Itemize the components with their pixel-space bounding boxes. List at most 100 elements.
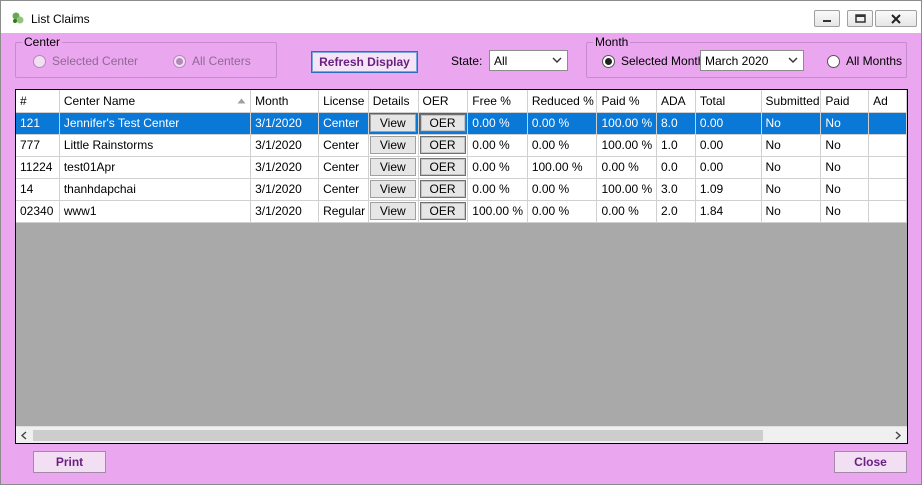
cell-month[interactable]: 3/1/2020 <box>250 200 320 223</box>
cell-paid[interactable]: No <box>820 156 870 179</box>
cell-total[interactable]: 1.84 <box>695 200 762 223</box>
cell-ada[interactable]: 3.0 <box>656 178 696 201</box>
cell-number[interactable]: 777 <box>16 134 60 157</box>
cell-free[interactable]: 0.00 % <box>467 134 528 157</box>
table-row[interactable]: 02340 www1 3/1/2020 Regular View OER 100.00 % 0… <box>16 200 907 223</box>
oer-button[interactable]: OER <box>419 180 466 198</box>
cell-paid-pct[interactable]: 100.00 % <box>596 112 657 135</box>
cell-ada[interactable]: 8.0 <box>656 112 696 135</box>
col-header-license[interactable]: License <box>318 90 369 113</box>
close-button[interactable]: Close <box>834 451 907 473</box>
cell-paid-pct[interactable]: 0.00 % <box>596 156 657 179</box>
oer-button[interactable]: OER <box>419 202 466 220</box>
minimize-button[interactable] <box>814 10 840 27</box>
horizontal-scrollbar[interactable] <box>16 426 907 443</box>
table-row[interactable]: 14 thanhdapchai 3/1/2020 Center View OER 0.00 … <box>16 178 907 201</box>
cell-license[interactable]: Center <box>318 156 369 179</box>
oer-button[interactable]: OER <box>419 158 466 176</box>
all-centers-radio[interactable]: All Centers <box>173 54 251 68</box>
title-bar[interactable]: List Claims <box>1 1 921 33</box>
month-select[interactable]: March 2020 <box>700 50 804 71</box>
cell-license[interactable]: Center <box>318 178 369 201</box>
cell-total[interactable]: 1.09 <box>695 178 762 201</box>
cell-submitted[interactable]: No <box>761 112 822 135</box>
scroll-right-icon[interactable] <box>894 431 902 440</box>
cell-paid[interactable]: No <box>820 178 870 201</box>
cell-ad[interactable] <box>868 112 907 135</box>
cell-paid[interactable]: No <box>820 134 870 157</box>
cell-paid-pct[interactable]: 100.00 % <box>596 134 657 157</box>
cell-ad[interactable] <box>868 156 907 179</box>
col-header-details[interactable]: Details <box>368 90 419 113</box>
cell-ad[interactable] <box>868 178 907 201</box>
cell-license[interactable]: Center <box>318 134 369 157</box>
cell-center-name[interactable]: www1 <box>59 200 252 223</box>
cell-month[interactable]: 3/1/2020 <box>250 112 320 135</box>
view-details-button[interactable]: View <box>369 136 416 154</box>
restore-button[interactable] <box>847 10 873 27</box>
refresh-display-button[interactable]: Refresh Display <box>311 51 418 73</box>
cell-center-name[interactable]: Jennifer's Test Center <box>59 112 252 135</box>
scroll-left-icon[interactable] <box>20 431 28 440</box>
cell-month[interactable]: 3/1/2020 <box>250 156 320 179</box>
scrollbar-thumb[interactable] <box>33 430 763 441</box>
print-button[interactable]: Print <box>33 451 106 473</box>
cell-center-name[interactable]: Little Rainstorms <box>59 134 252 157</box>
cell-submitted[interactable]: No <box>761 156 822 179</box>
oer-button[interactable]: OER <box>419 136 466 154</box>
cell-ada[interactable]: 0.0 <box>656 156 696 179</box>
col-header-ad[interactable]: Ad <box>868 90 907 113</box>
all-months-radio[interactable]: All Months <box>827 54 902 68</box>
state-select[interactable]: All <box>489 50 568 71</box>
cell-month[interactable]: 3/1/2020 <box>250 134 320 157</box>
col-header-paid-pct[interactable]: Paid % <box>596 90 657 113</box>
col-header-paid[interactable]: Paid <box>820 90 870 113</box>
col-header-center-name[interactable]: Center Name <box>59 90 252 113</box>
cell-free[interactable]: 0.00 % <box>467 156 528 179</box>
cell-submitted[interactable]: No <box>761 178 822 201</box>
cell-license[interactable]: Regular <box>318 200 369 223</box>
col-header-reduced[interactable]: Reduced % <box>527 90 598 113</box>
cell-number[interactable]: 121 <box>16 112 60 135</box>
cell-number[interactable]: 11224 <box>16 156 60 179</box>
table-row[interactable]: 121 Jennifer's Test Center 3/1/2020 Center V… <box>16 112 907 135</box>
cell-ada[interactable]: 1.0 <box>656 134 696 157</box>
col-header-total[interactable]: Total <box>695 90 762 113</box>
view-details-button[interactable]: View <box>369 114 416 132</box>
cell-free[interactable]: 100.00 % <box>467 200 528 223</box>
cell-reduced[interactable]: 0.00 % <box>527 200 598 223</box>
cell-center-name[interactable]: test01Apr <box>59 156 252 179</box>
cell-month[interactable]: 3/1/2020 <box>250 178 320 201</box>
cell-number[interactable]: 14 <box>16 178 60 201</box>
cell-paid[interactable]: No <box>820 200 870 223</box>
cell-submitted[interactable]: No <box>761 134 822 157</box>
cell-center-name[interactable]: thanhdapchai <box>59 178 252 201</box>
cell-ada[interactable]: 2.0 <box>656 200 696 223</box>
cell-paid-pct[interactable]: 100.00 % <box>596 178 657 201</box>
cell-submitted[interactable]: No <box>761 200 822 223</box>
cell-ad[interactable] <box>868 200 907 223</box>
cell-license[interactable]: Center <box>318 112 369 135</box>
cell-total[interactable]: 0.00 <box>695 156 762 179</box>
selected-month-radio[interactable]: Selected Month <box>602 54 704 68</box>
cell-total[interactable]: 0.00 <box>695 112 762 135</box>
close-window-button[interactable] <box>875 10 917 27</box>
col-header-ada[interactable]: ADA <box>656 90 696 113</box>
col-header-submitted[interactable]: Submitted <box>761 90 822 113</box>
cell-reduced[interactable]: 0.00 % <box>527 112 598 135</box>
cell-paid-pct[interactable]: 0.00 % <box>596 200 657 223</box>
cell-free[interactable]: 0.00 % <box>467 178 528 201</box>
view-details-button[interactable]: View <box>369 158 416 176</box>
cell-reduced[interactable]: 0.00 % <box>527 178 598 201</box>
col-header-number[interactable]: # <box>16 90 60 113</box>
col-header-free[interactable]: Free % <box>467 90 528 113</box>
table-row[interactable]: 11224 test01Apr 3/1/2020 Center View OER 0.00 … <box>16 156 907 179</box>
table-row[interactable]: 777 Little Rainstorms 3/1/2020 Center View OE… <box>16 134 907 157</box>
cell-reduced[interactable]: 0.00 % <box>527 134 598 157</box>
cell-free[interactable]: 0.00 % <box>467 112 528 135</box>
cell-ad[interactable] <box>868 134 907 157</box>
view-details-button[interactable]: View <box>369 180 416 198</box>
col-header-oer[interactable]: OER <box>418 90 469 113</box>
view-details-button[interactable]: View <box>369 202 416 220</box>
selected-center-radio[interactable]: Selected Center <box>33 54 138 68</box>
